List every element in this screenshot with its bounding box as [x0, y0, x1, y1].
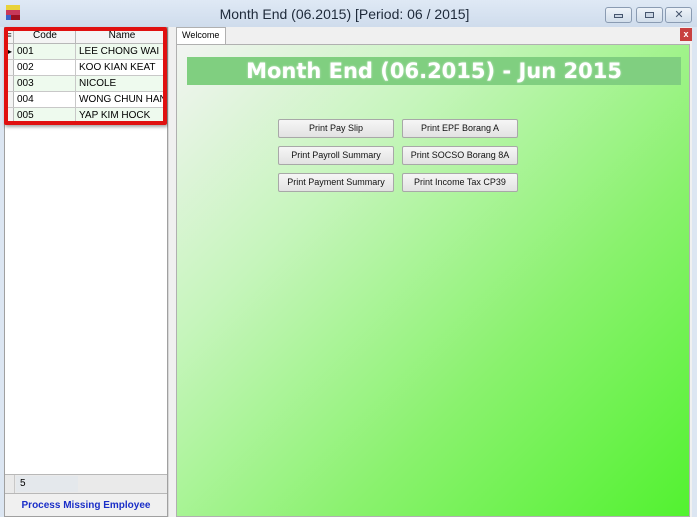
- table-row[interactable]: 004 WONG CHUN HAN: [5, 92, 167, 108]
- cell-name[interactable]: YAP KIM HOCK: [77, 108, 167, 123]
- table-row[interactable]: ▶ 001 LEE CHONG WAI: [5, 44, 167, 60]
- row-indicator: [5, 92, 14, 107]
- employee-panel: ≡ Code Name ▶ 001 LEE CHONG WAI 002 KOO …: [4, 27, 168, 517]
- process-missing-employee-link[interactable]: Process Missing Employee: [5, 494, 167, 516]
- cell-name[interactable]: NICOLE: [77, 76, 167, 91]
- print-payroll-summary-button[interactable]: Print Payroll Summary: [278, 146, 394, 165]
- footer-indicator: [5, 475, 15, 493]
- table-row[interactable]: 002 KOO KIAN KEAT: [5, 60, 167, 76]
- close-button[interactable]: ✕: [665, 7, 692, 23]
- column-menu-icon[interactable]: ≡: [5, 28, 14, 44]
- cell-code[interactable]: 002: [15, 60, 76, 75]
- table-row[interactable]: 003 NICOLE: [5, 76, 167, 92]
- maximize-button[interactable]: [636, 7, 663, 23]
- cell-name[interactable]: WONG CHUN HAN: [77, 92, 167, 107]
- current-row-indicator-icon: ▶: [5, 44, 14, 59]
- cell-name[interactable]: LEE CHONG WAI: [77, 44, 167, 59]
- print-epf-borang-a-button[interactable]: Print EPF Borang A: [402, 119, 518, 138]
- table-row[interactable]: 005 YAP KIM HOCK: [5, 108, 167, 124]
- print-income-tax-cp39-button[interactable]: Print Income Tax CP39: [402, 173, 518, 192]
- print-pay-slip-button[interactable]: Print Pay Slip: [278, 119, 394, 138]
- row-indicator: [5, 60, 14, 75]
- print-socso-borang-8a-button[interactable]: Print SOCSO Borang 8A: [402, 146, 518, 165]
- column-header-name[interactable]: Name: [77, 28, 167, 44]
- grid-footer: 5: [5, 474, 167, 494]
- maximize-icon: [645, 12, 654, 18]
- cell-code[interactable]: 001: [15, 44, 76, 59]
- grid-header: ≡ Code Name: [5, 28, 167, 44]
- print-payment-summary-button[interactable]: Print Payment Summary: [278, 173, 394, 192]
- title-bar: Month End (06.2015) [Period: 06 / 2015] …: [0, 0, 697, 27]
- cell-name[interactable]: KOO KIAN KEAT: [77, 60, 167, 75]
- close-icon: ✕: [674, 9, 684, 21]
- minimize-icon: [614, 14, 623, 18]
- record-count: 5: [16, 476, 78, 492]
- row-indicator: [5, 76, 14, 91]
- tab-close-icon[interactable]: x: [680, 28, 692, 41]
- welcome-content: Month End (06.2015) - Jun 2015 Print Pay…: [176, 44, 690, 517]
- column-header-code[interactable]: Code: [15, 28, 76, 44]
- cell-code[interactable]: 005: [15, 108, 76, 123]
- minimize-button[interactable]: [605, 7, 632, 23]
- cell-code[interactable]: 004: [15, 92, 76, 107]
- tab-welcome[interactable]: Welcome: [176, 27, 226, 44]
- cell-code[interactable]: 003: [15, 76, 76, 91]
- row-indicator: [5, 108, 14, 123]
- window-title: Month End (06.2015) [Period: 06 / 2015]: [219, 6, 470, 22]
- main-panel: Welcome x Month End (06.2015) - Jun 2015…: [174, 27, 692, 517]
- month-end-banner: Month End (06.2015) - Jun 2015: [187, 57, 681, 85]
- employee-rows: ▶ 001 LEE CHONG WAI 002 KOO KIAN KEAT 00…: [5, 44, 167, 124]
